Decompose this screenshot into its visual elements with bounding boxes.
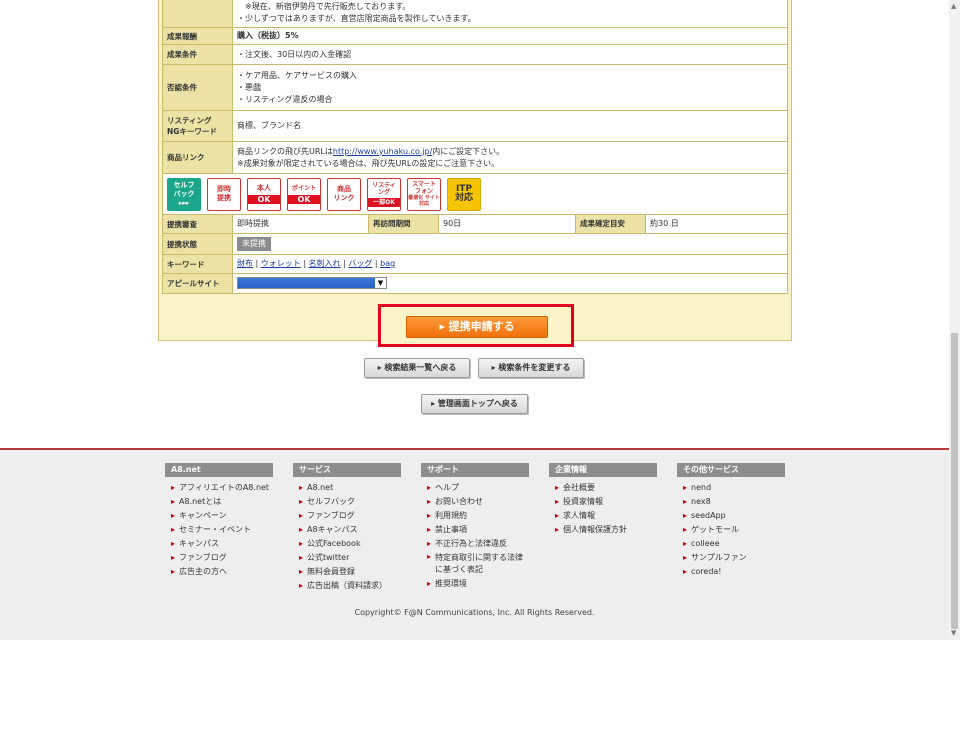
program-notes: ※現在、新宿伊勢丹で先行販売しております。 ・少しずつではありますが、直営店限定… (232, 0, 788, 28)
footer-link[interactable]: キャンペーン (165, 509, 273, 523)
keyword-link[interactable]: 名刺入れ (309, 259, 341, 268)
footer-link[interactable]: nend (677, 481, 785, 495)
keyword-link[interactable]: ウォレット (261, 259, 301, 268)
confirm-value: 約30 日 (645, 214, 788, 234)
footer-link[interactable]: 広告出稿（資料請求） (293, 579, 401, 593)
footer-link[interactable]: お問い合わせ (421, 495, 529, 509)
footer-link[interactable]: ファンブログ (293, 509, 401, 523)
status-badge: 未提携 (237, 237, 271, 251)
footer-link[interactable]: 公式Facebook (293, 537, 401, 551)
footer-link[interactable]: nex8 (677, 495, 785, 509)
back-to-top-button[interactable]: ▸ 管理画面トップへ戻る (421, 394, 528, 414)
footer-col-service: サービス A8.net セルフバック ファンブログ A8キャンパス 公式Face… (293, 463, 401, 593)
footer-link[interactable]: A8キャンパス (293, 523, 401, 537)
footer-link[interactable]: 禁止事項 (421, 523, 529, 537)
scrollbar[interactable]: ▲ ▼ (949, 0, 960, 640)
program-icons-row: セルフ バック ▸▸▸ 即時 提携 本人 OK ポイント OK 商品 リンク リ… (162, 173, 788, 215)
footer-link[interactable]: 広告主の方へ (165, 565, 273, 579)
self-back-icon: セルフ バック ▸▸▸ (167, 177, 201, 211)
footer-link[interactable]: 投資家情報 (549, 495, 657, 509)
footer-link[interactable]: coreda! (677, 565, 785, 579)
confirm-label: 成果確定目安 (575, 214, 646, 234)
footer-link[interactable]: アフィリエイトのA8.net (165, 481, 273, 495)
footer-link[interactable]: セミナー・イベント (165, 523, 273, 537)
scroll-up-icon[interactable]: ▲ (951, 2, 956, 10)
keyword-link[interactable]: bag (380, 259, 395, 268)
footer-link[interactable]: 推奨環境 (421, 577, 529, 591)
scrollbar-thumb[interactable] (951, 333, 958, 629)
footer-link[interactable]: A8.netとは (165, 495, 273, 509)
product-link-label: 商品リンク (162, 141, 233, 174)
footer-link[interactable]: seedApp (677, 509, 785, 523)
footer-link[interactable]: A8.net (293, 481, 401, 495)
reward-value: 購入（税抜）5% (232, 27, 788, 45)
apply-partnership-button[interactable]: ▸ 提携申請する (406, 316, 548, 338)
copyright: Copyright© F@N Communications, Inc. All … (354, 608, 595, 617)
review-label: 提携審査 (162, 214, 233, 234)
footer-col-company: 企業情報 会社概要 投資家情報 求人情報 個人情報保護方針 (549, 463, 657, 537)
footer-link[interactable]: ヘルプ (421, 481, 529, 495)
back-to-results-button[interactable]: ▸ 検索結果一覧へ戻る (364, 358, 470, 378)
condition-value: ・注文後、30日以内の入金確認 (232, 44, 788, 65)
footer-link[interactable]: colleee (677, 537, 785, 551)
keyword-link[interactable]: 財布 (237, 259, 253, 268)
keyword-link[interactable]: バッグ (348, 259, 372, 268)
status-label: 提携状態 (162, 233, 233, 255)
ng-keyword-value: 商標、ブランド名 (232, 110, 788, 142)
scroll-down-icon[interactable]: ▼ (951, 629, 956, 637)
keyword-label: キーワード (162, 254, 233, 274)
footer-link[interactable]: 利用規約 (421, 509, 529, 523)
footer-link[interactable]: 個人情報保護方針 (549, 523, 657, 537)
product-link-value: 商品リンクの飛び先URLはhttp://www.yuhaku.co.jp/内にご… (232, 141, 788, 174)
program-detail-table: ※現在、新宿伊勢丹で先行販売しております。 ・少しずつではありますが、直営店限定… (162, 0, 788, 294)
footer-link[interactable]: ファンブログ (165, 551, 273, 565)
appeal-site-select[interactable]: ▼ (237, 277, 387, 290)
change-conditions-button[interactable]: ▸ 検索条件を変更する (478, 358, 584, 378)
site-footer: A8.net アフィリエイトのA8.net A8.netとは キャンペーン セミ… (0, 448, 949, 640)
footer-col-a8net: A8.net アフィリエイトのA8.net A8.netとは キャンペーン セミ… (165, 463, 273, 579)
footer-link[interactable]: 特定商取引に関する法律に基づく表記 (421, 551, 529, 577)
footer-link[interactable]: サンプルファン (677, 551, 785, 565)
footer-col-support: サポート ヘルプ お問い合わせ 利用規約 禁止事項 不正行為と法律違反 特定商取… (421, 463, 529, 591)
footer-link[interactable]: セルフバック (293, 495, 401, 509)
reject-label: 否認条件 (162, 64, 233, 111)
smartphone-optimized-icon: スマート フォン 最適化 サイト対応 (407, 177, 441, 211)
footer-col-other: その他サービス nend nex8 seedApp ゲットモール colleee… (677, 463, 785, 579)
appeal-site-label: アピールサイト (162, 273, 233, 294)
point-ok-icon: ポイント OK (287, 177, 321, 211)
reject-values: ・ケア用品、ケアサービスの購入 ・悪戯 ・リスティング違反の場合 (232, 64, 788, 111)
product-link-icon: 商品 リンク (327, 177, 361, 211)
chevron-down-icon: ▼ (375, 278, 386, 289)
footer-link[interactable]: 会社概要 (549, 481, 657, 495)
product-link-url[interactable]: http://www.yuhaku.co.jp/ (333, 147, 432, 156)
footer-link[interactable]: ゲットモール (677, 523, 785, 537)
revisit-label: 再訪問期間 (368, 214, 439, 234)
footer-link[interactable]: 公式twitter (293, 551, 401, 565)
page: ※現在、新宿伊勢丹で先行販売しております。 ・少しずつではありますが、直営店限定… (0, 0, 949, 729)
revisit-value: 90日 (438, 214, 576, 234)
footer-link[interactable]: 無料会員登録 (293, 565, 401, 579)
itp-support-icon: ITP 対応 (447, 177, 481, 211)
footer-link[interactable]: キャンパス (165, 537, 273, 551)
apply-highlight: ▸ 提携申請する (378, 304, 574, 347)
identity-ok-icon: 本人 OK (247, 177, 281, 211)
condition-label: 成果条件 (162, 44, 233, 65)
keyword-list: 財布 | ウォレット | 名刺入れ | バッグ | bag (232, 254, 788, 274)
instant-partner-icon: 即時 提携 (207, 177, 241, 211)
ng-keyword-label: リスティング NGキーワード (162, 110, 233, 142)
footer-link[interactable]: 求人情報 (549, 509, 657, 523)
listing-partial-ok-icon: リスティ ング 一部OK (367, 177, 401, 211)
footer-link[interactable]: 不正行為と法律違反 (421, 537, 529, 551)
reward-label: 成果報酬 (162, 27, 233, 45)
review-value: 即時提携 (232, 214, 369, 234)
